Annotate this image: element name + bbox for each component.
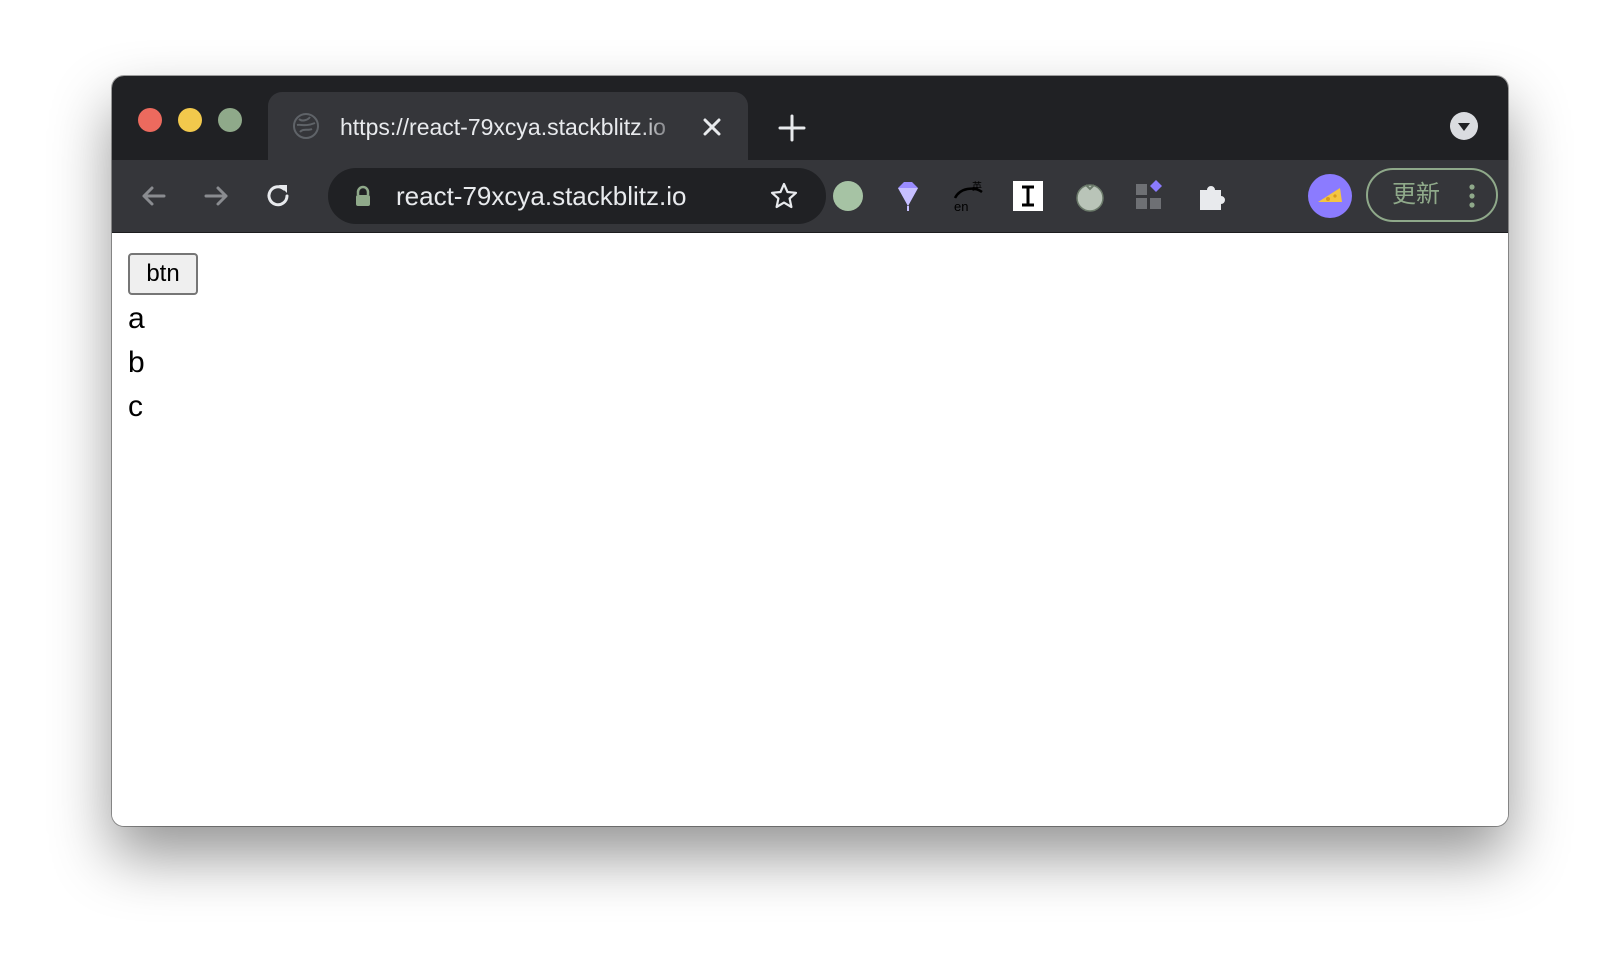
tab-title: https://react-79xcya.stackblitz.io xyxy=(340,114,666,140)
address-bar[interactable]: react-79xcya.stackblitz.io xyxy=(328,168,826,224)
translate-extension-icon[interactable]: en 英 xyxy=(950,178,986,214)
instapaper-extension-icon[interactable] xyxy=(1010,178,1046,214)
puzzle-extension-icon[interactable] xyxy=(1194,178,1230,214)
address-url[interactable]: react-79xcya.stackblitz.io xyxy=(396,181,686,211)
minimize-window-icon[interactable] xyxy=(178,108,202,132)
maximize-window-icon[interactable] xyxy=(218,108,242,132)
svg-text:英: 英 xyxy=(972,180,982,193)
btn-button[interactable]: btn xyxy=(128,253,198,295)
list-item: b xyxy=(128,346,145,379)
browser-window: https://react-79xcya.stackblitz.io react… xyxy=(112,76,1508,826)
tomato-extension-icon[interactable] xyxy=(1072,178,1108,214)
star-icon[interactable] xyxy=(768,180,800,212)
svg-text:en: en xyxy=(954,199,968,214)
profile-avatar-icon[interactable] xyxy=(1308,174,1352,218)
reload-icon[interactable] xyxy=(262,180,294,212)
browser-titlebar: https://react-79xcya.stackblitz.io xyxy=(112,76,1508,160)
close-tab-icon[interactable] xyxy=(698,113,726,141)
forward-arrow-icon[interactable] xyxy=(200,180,232,212)
plus-icon[interactable] xyxy=(776,112,808,144)
item-list: a b c xyxy=(128,297,145,429)
diamond-extension-icon[interactable] xyxy=(890,178,926,214)
globe-icon xyxy=(292,112,320,140)
page-viewport: btn a b c xyxy=(112,233,1508,826)
back-arrow-icon[interactable] xyxy=(138,180,170,212)
more-vertical-icon[interactable] xyxy=(1466,182,1478,210)
browser-tab[interactable]: https://react-79xcya.stackblitz.io xyxy=(268,92,748,160)
close-window-icon[interactable] xyxy=(138,108,162,132)
update-label: 更新 xyxy=(1392,181,1440,208)
apps-extension-icon[interactable] xyxy=(1132,178,1168,214)
update-button[interactable]: 更新 xyxy=(1366,168,1498,222)
lock-icon[interactable] xyxy=(352,185,374,207)
browser-toolbar: react-79xcya.stackblitz.io en 英 更新 xyxy=(112,160,1508,233)
circle-extension-icon[interactable] xyxy=(830,178,866,214)
tab-search-icon[interactable] xyxy=(1450,112,1478,140)
list-item: c xyxy=(128,390,143,423)
list-item: a xyxy=(128,302,145,335)
